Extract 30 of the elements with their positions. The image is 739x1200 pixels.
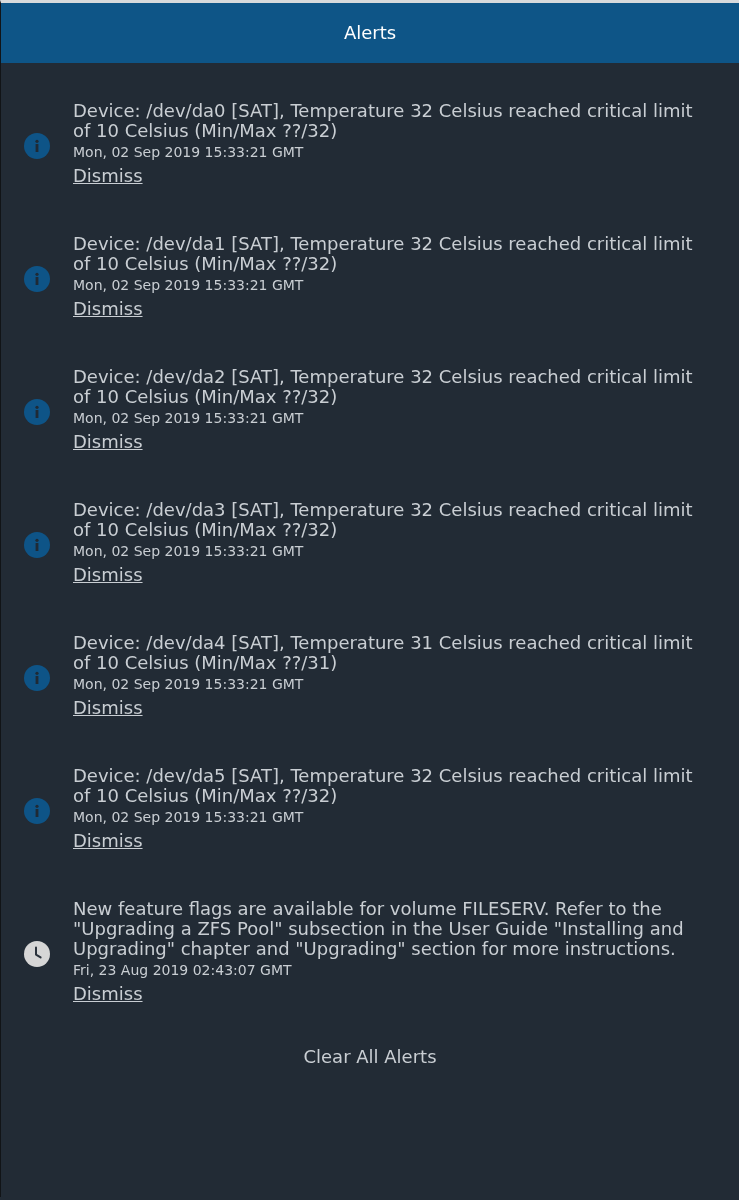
alert-message: Device: /dev/da4 [SAT], Temperature 31 Celsius reached critical limit of 10 Celsius (Min/Max ??/31) (73, 633, 694, 673)
alert-timestamp: Mon, 02 Sep 2019 15:33:21 GMT (73, 542, 305, 561)
info-icon (24, 531, 50, 558)
info-icon (24, 132, 50, 159)
clear-all-button[interactable]: Clear All Alerts (287, 1037, 453, 1077)
dismiss-link[interactable]: Dismiss (73, 697, 143, 719)
alert-timestamp: Mon, 02 Sep 2019 15:33:21 GMT (73, 143, 305, 162)
dismiss-link[interactable]: Dismiss (73, 165, 143, 187)
alert-timestamp: Mon, 02 Sep 2019 15:33:21 GMT (73, 675, 305, 694)
alert-timestamp: Mon, 02 Sep 2019 15:33:21 GMT (73, 409, 305, 428)
alert-message: Device: /dev/da1 [SAT], Temperature 32 Celsius reached critical limit of 10 Celsius (Min/Max ??/32) (73, 234, 694, 274)
alert-message: Device: /dev/da2 [SAT], Temperature 32 Celsius reached critical limit of 10 Celsius (Min/Max ??/32) (73, 367, 694, 407)
dismiss-link[interactable]: Dismiss (73, 564, 143, 586)
info-icon (24, 398, 50, 425)
dismiss-link[interactable]: Dismiss (73, 298, 143, 320)
alert-message: New feature flags are available for volume FILESERV. Refer to the "Upgrading a ZFS Pool" subsection in the User Guide "Installing and Upgrading" chapter and "Upgrading" section for more instructions. (73, 899, 685, 959)
alert-timestamp: Fri, 23 Aug 2019 02:43:07 GMT (73, 961, 293, 980)
header-title: Alerts (343, 22, 397, 44)
dismiss-link[interactable]: Dismiss (73, 983, 143, 1005)
alert-timestamp: Mon, 02 Sep 2019 15:33:21 GMT (73, 808, 305, 827)
alert-message: Device: /dev/da0 [SAT], Temperature 32 Celsius reached critical limit of 10 Celsius (Min/Max ??/32) (73, 101, 694, 141)
dismiss-link[interactable]: Dismiss (73, 431, 143, 453)
alert-message: Device: /dev/da5 [SAT], Temperature 32 Celsius reached critical limit of 10 Celsius (Min/Max ??/32) (73, 766, 694, 806)
info-icon (24, 664, 50, 691)
clock-icon (24, 940, 50, 967)
info-icon (24, 265, 50, 292)
info-icon (24, 797, 50, 824)
alert-message: Device: /dev/da3 [SAT], Temperature 32 Celsius reached critical limit of 10 Celsius (Min/Max ??/32) (73, 500, 694, 540)
dismiss-link[interactable]: Dismiss (73, 830, 143, 852)
alert-timestamp: Mon, 02 Sep 2019 15:33:21 GMT (73, 276, 305, 295)
